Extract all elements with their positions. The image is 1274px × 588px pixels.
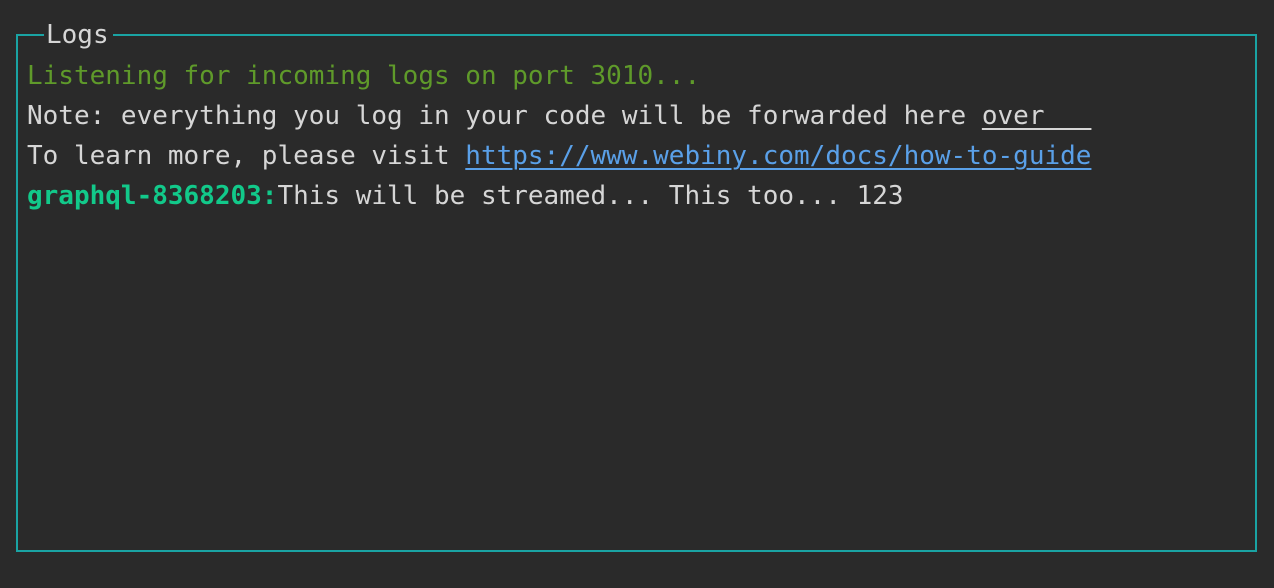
- log-line-listening: Listening for incoming logs on port 3010…: [27, 61, 701, 91]
- note-underlined-text: over: [981, 101, 1092, 131]
- log-output[interactable]: Listening for incoming logs on port 3010…: [27, 56, 1250, 216]
- docs-link[interactable]: https://www.webiny.com/docs/how-to-guide: [465, 141, 1091, 171]
- log-line-learn-more: To learn more, please visit https://www.…: [27, 136, 1250, 176]
- log-source-label: graphql-8368203:: [27, 181, 278, 211]
- panel-title: Logs: [44, 18, 113, 52]
- note-text: Note: everything you log in your code wi…: [27, 101, 982, 131]
- log-line-note: Note: everything you log in your code wi…: [27, 96, 1250, 136]
- log-message: This will be streamed... This too... 123: [277, 181, 904, 211]
- log-line-entry: graphql-8368203:This will be streamed...…: [27, 176, 1250, 216]
- learn-more-text: To learn more, please visit: [27, 141, 466, 171]
- logs-panel: Logs Listening for incoming logs on port…: [16, 18, 1257, 552]
